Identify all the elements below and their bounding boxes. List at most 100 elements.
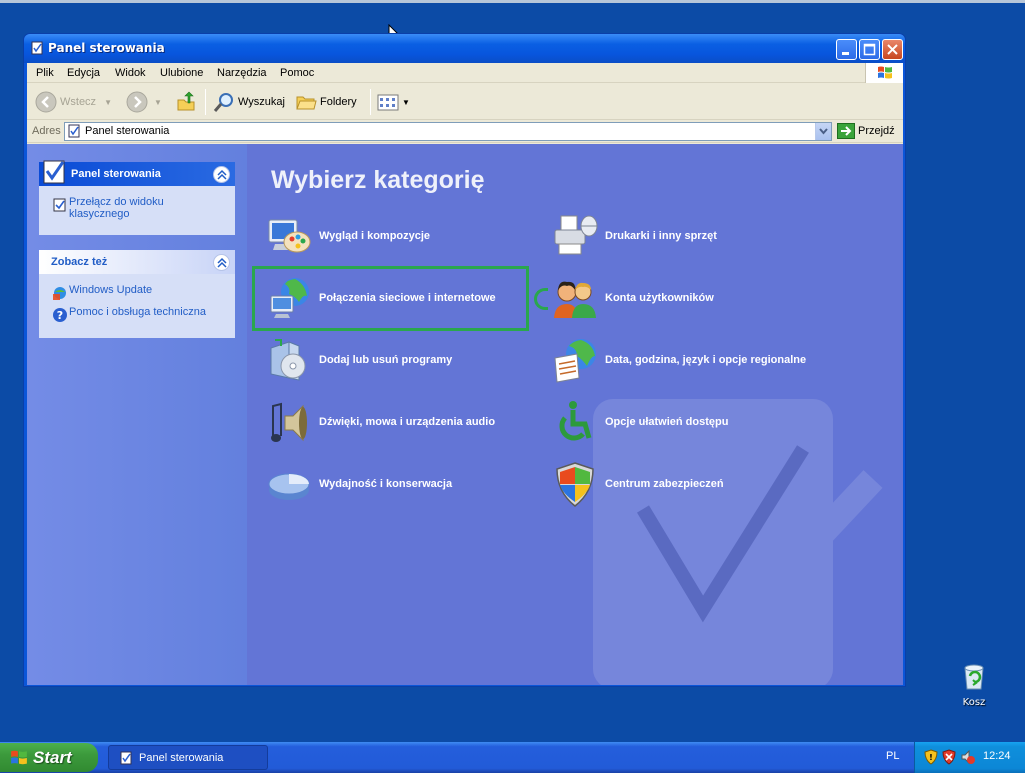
sound-icon [271,402,307,442]
help-icon: ? [53,308,67,322]
views-dropdown-icon[interactable]: ▼ [402,98,410,107]
category-add-remove-label: Dodaj lub usuń programy [319,354,453,366]
address-dropdown-button[interactable] [815,123,831,140]
category-add-remove[interactable]: Dodaj lub usuń programy [265,336,452,384]
search-label: Wyszukaj [238,96,285,108]
svg-text:?: ? [57,309,63,322]
back-arrow-icon [35,91,57,113]
views-button[interactable]: ▼ [377,90,410,114]
see-also-title: Zobacz też [51,256,108,268]
category-pane: Wybierz kategorię Wygląd i kompozycje Po… [247,144,903,685]
clock[interactable]: 12:24 [983,750,1011,762]
category-appearance-label: Wygląd i kompozycje [319,230,431,242]
collapse-button[interactable] [213,166,230,183]
category-security-center-label: Centrum zabezpieczeń [605,478,724,490]
minimize-icon [842,52,849,55]
chevron-down-icon [819,128,828,135]
see-also-header[interactable]: Zobacz też [39,250,235,274]
collapse-button[interactable] [213,254,230,271]
forward-button[interactable]: ▼ [126,90,162,114]
address-input[interactable]: Panel sterowania [64,122,832,141]
category-accessibility[interactable]: Opcje ułatwień dostępu [551,398,728,446]
category-performance[interactable]: Wydajność i konserwacja [265,460,452,508]
category-sound[interactable]: Dźwięki, mowa i urządzenia audio [265,398,495,446]
content-area: Panel sterowania Przełącz do widoku klas… [27,144,903,685]
category-sound-label: Dźwięki, mowa i urządzenia audio [319,416,496,428]
recycle-bin-label: Kosz [962,697,986,708]
windows-flag-icon [878,66,892,79]
recycle-bin[interactable]: Kosz [946,660,1002,708]
volume-tray-icon[interactable] [960,749,976,765]
category-security-center[interactable]: Centrum zabezpieczeń [551,460,724,508]
task-pane: Panel sterowania Przełącz do widoku klas… [27,144,247,685]
maximize-icon [863,43,876,56]
folders-icon [296,96,317,110]
appearance-icon [268,219,311,253]
see-also-box: Zobacz też Windows Update ? Pomoc i obsł… [39,250,235,338]
category-printers[interactable]: Drukarki i inny sprzęt [551,212,717,260]
control-panel-box-title: Panel sterowania [71,168,161,180]
search-button[interactable]: Wyszukaj [213,90,285,114]
menu-view[interactable]: Widok [115,67,146,79]
go-label: Przejdź [858,125,895,137]
category-appearance[interactable]: Wygląd i kompozycje [265,212,430,260]
control-panel-box: Panel sterowania Przełącz do widoku klas… [39,160,235,235]
category-date-region[interactable]: Data, godzina, język i opcje regionalne [551,336,806,384]
language-indicator[interactable]: PL [886,750,899,762]
security-shield-tray-icon[interactable]: ! [924,749,938,765]
category-network[interactable]: Połączenia sieciowe i internetowe [265,274,496,322]
toolbar-separator [370,89,371,115]
back-label: Wstecz [60,96,97,108]
title-bar[interactable]: Panel sterowania [24,34,905,63]
windows-flag-icon [11,750,27,764]
windows-update-icon [53,287,66,300]
toolbar: Wstecz ▼ ▼ Wyszukaj Foldery ▼ [27,84,903,120]
switch-classic-view-link[interactable]: Przełącz do widoku klasycznego [51,196,225,220]
top-strip [0,0,1025,3]
maximize-button[interactable] [859,39,880,60]
control-panel-small-icon [53,198,66,212]
menu-help[interactable]: Pomoc [280,67,314,79]
folders-button[interactable]: Foldery [295,90,357,114]
control-panel-icon [68,124,80,138]
category-accessibility-label: Opcje ułatwień dostępu [605,416,729,428]
search-icon [213,93,233,112]
back-button[interactable]: Wstecz ▼ [35,90,112,114]
recycle-bin-icon [964,664,984,690]
taskbar-button-control-panel[interactable]: Panel sterowania [108,745,268,770]
menu-favorites[interactable]: Ulubione [160,67,203,79]
performance-icon [268,473,310,500]
svg-text:!: ! [929,753,933,762]
help-support-link[interactable]: ? Pomoc i obsługa techniczna [51,306,225,323]
forward-arrow-icon [126,91,148,113]
menu-edit[interactable]: Edycja [67,67,100,79]
window-title: Panel sterowania [48,41,165,55]
menu-tools[interactable]: Narzędzia [217,67,267,79]
date-region-icon [554,339,596,383]
category-users-label: Konta użytkowników [605,292,714,304]
security-alert-tray-icon[interactable] [942,749,956,765]
control-panel-box-header[interactable]: Panel sterowania [39,160,235,186]
chevron-up-icon [217,257,227,268]
menu-file[interactable]: Plik [36,67,54,79]
network-icon [270,278,309,318]
go-button[interactable]: Przejdź [837,123,895,139]
security-shield-icon [556,462,594,507]
start-label: Start [33,747,72,767]
add-remove-icon [270,339,306,381]
up-folder-button[interactable] [175,90,197,114]
minimize-button[interactable] [836,39,857,60]
close-button[interactable] [882,39,903,60]
close-icon [887,44,898,55]
printer-icon [554,215,598,255]
up-folder-icon [177,91,195,111]
windows-update-link[interactable]: Windows Update [51,284,225,301]
start-button[interactable]: Start [0,743,98,772]
switch-classic-view-label: Przełącz do widoku klasycznego [69,196,164,220]
accessibility-icon [559,401,592,441]
windows-logo [865,63,903,83]
back-dropdown-icon[interactable]: ▼ [104,98,112,107]
forward-dropdown-icon[interactable]: ▼ [154,98,162,107]
control-panel-icon [120,751,132,764]
category-users[interactable]: Konta użytkowników [551,274,714,322]
